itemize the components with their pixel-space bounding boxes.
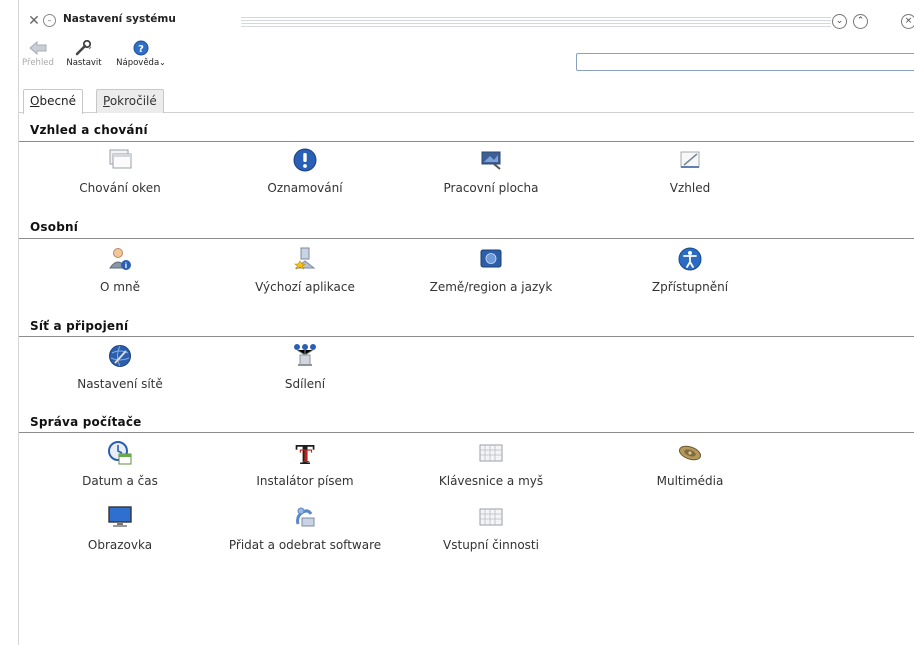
wrench-icon xyxy=(75,40,92,56)
tab-advanced-accel: P xyxy=(103,94,110,108)
settings-item-accessibility[interactable]: Zpřístupnění xyxy=(605,246,775,294)
locale-icon xyxy=(480,249,502,268)
svg-text:i: i xyxy=(125,262,127,270)
settings-item-label: Oznamování xyxy=(267,181,343,195)
tools-icon[interactable]: ✕ xyxy=(25,12,43,30)
input-actions-icon xyxy=(479,508,503,526)
tab-advanced-label: okročilé xyxy=(109,94,157,108)
settings-item-label: Instalátor písem xyxy=(256,474,354,488)
section-divider xyxy=(19,141,914,142)
svg-text:T: T xyxy=(300,447,313,466)
keyboard-mouse-icon xyxy=(479,444,503,462)
settings-item-about-me[interactable]: i O mně xyxy=(35,246,205,294)
settings-item-label: Vstupní činnosti xyxy=(443,538,539,552)
section-title-appearance: Vzhled a chování xyxy=(30,123,148,137)
maximize-button[interactable]: ⌃ xyxy=(853,14,868,29)
settings-item-label: Zpřístupnění xyxy=(651,280,729,294)
settings-item-label: Chování oken xyxy=(79,181,161,195)
tab-general-label: becné xyxy=(39,94,77,108)
settings-item-window-behavior[interactable]: Chování oken xyxy=(35,147,205,195)
settings-item-font-installer[interactable]: T T Instalátor písem xyxy=(220,440,390,488)
window-behavior-icon xyxy=(109,149,132,169)
help-dropdown-icon[interactable]: ⌄ xyxy=(159,58,166,67)
appearance-icon xyxy=(680,151,700,168)
settings-item-label: O mně xyxy=(100,280,140,294)
settings-item-label: Výchozí aplikace xyxy=(255,280,355,294)
settings-item-appearance[interactable]: Vzhled xyxy=(605,147,775,195)
settings-item-display[interactable]: Obrazovka xyxy=(35,504,205,552)
sharing-icon xyxy=(294,344,316,366)
settings-item-notifications[interactable]: Oznamování xyxy=(220,147,390,195)
help-label: Nápověda xyxy=(116,58,160,68)
section-divider xyxy=(19,336,914,337)
help-button[interactable]: ? Nápověda⌄ xyxy=(109,36,173,82)
section-title-system-administration: Správa počítače xyxy=(30,415,142,429)
accessibility-icon xyxy=(678,247,702,271)
title-decoration xyxy=(241,17,831,27)
svg-text:?: ? xyxy=(138,44,144,55)
search-input[interactable] xyxy=(576,53,914,71)
section-title-network: Síť a připojení xyxy=(30,319,129,333)
multimedia-icon xyxy=(678,445,702,461)
settings-content: Vzhled a chování Chování oken Oznamování xyxy=(19,114,914,645)
settings-item-input-actions[interactable]: Vstupní činnosti xyxy=(406,504,576,552)
title-bar: ✕ – Nastavení systému ⌄ ⌃ × xyxy=(19,8,914,34)
settings-item-label: Země/region a jazyk xyxy=(429,280,553,294)
settings-item-label: Datum a čas xyxy=(82,474,158,488)
section-divider xyxy=(19,238,914,239)
settings-item-software[interactable]: Přidat a odebrat software xyxy=(220,504,390,552)
settings-item-sharing[interactable]: Sdílení xyxy=(220,343,390,391)
configure-label: Nastavit xyxy=(66,58,102,68)
settings-item-label: Nastavení sítě xyxy=(77,377,163,391)
settings-item-date-time[interactable]: Datum a čas xyxy=(35,440,205,488)
settings-item-label: Multimédia xyxy=(656,474,724,488)
back-button[interactable]: Přehled xyxy=(19,36,57,82)
date-time-icon xyxy=(108,441,132,465)
view-tabs: Obecné Pokročilé xyxy=(19,89,914,114)
desktop-icon xyxy=(481,151,501,170)
default-apps-icon xyxy=(294,247,316,270)
help-icon: ? xyxy=(133,40,149,56)
system-settings-window: ✕ – Nastavení systému ⌄ ⌃ × Přehled Nast… xyxy=(18,0,914,645)
settings-item-locale[interactable]: Země/region a jazyk xyxy=(406,246,576,294)
toolbar: Přehled Nastavit ? Nápověda⌄ xyxy=(19,36,914,82)
settings-item-multimedia[interactable]: Multimédia xyxy=(605,440,775,488)
network-settings-icon xyxy=(109,345,131,367)
back-arrow-icon xyxy=(29,40,47,56)
settings-item-label: Vzhled xyxy=(669,181,711,195)
display-icon xyxy=(108,506,132,527)
font-installer-icon: T T xyxy=(295,441,315,466)
settings-item-label: Pracovní plocha xyxy=(443,181,539,195)
software-icon xyxy=(296,507,315,527)
back-label: Přehled xyxy=(22,58,54,68)
configure-button[interactable]: Nastavit xyxy=(63,36,105,82)
about-me-icon: i xyxy=(109,248,131,270)
settings-item-label: Sdílení xyxy=(284,377,326,391)
tab-advanced[interactable]: Pokročilé xyxy=(96,89,164,113)
settings-item-default-apps[interactable]: Výchozí aplikace xyxy=(220,246,390,294)
notification-icon xyxy=(293,148,317,172)
section-divider xyxy=(19,432,914,433)
minimize-button[interactable]: ⌄ xyxy=(832,14,847,29)
settings-item-label: Přidat a odebrat software xyxy=(228,538,382,552)
settings-item-label: Klávesnice a myš xyxy=(438,474,544,488)
section-title-personal: Osobní xyxy=(30,220,79,234)
settings-item-network-settings[interactable]: Nastavení sítě xyxy=(35,343,205,391)
settings-item-desktop[interactable]: Pracovní plocha xyxy=(406,147,576,195)
tab-general[interactable]: Obecné xyxy=(23,89,84,114)
window-title: Nastavení systému xyxy=(63,13,176,25)
settings-item-keyboard-mouse[interactable]: Klávesnice a myš xyxy=(406,440,576,488)
sticky-button-icon[interactable]: – xyxy=(43,14,56,27)
close-button[interactable]: × xyxy=(901,14,914,29)
settings-item-label: Obrazovka xyxy=(87,538,153,552)
